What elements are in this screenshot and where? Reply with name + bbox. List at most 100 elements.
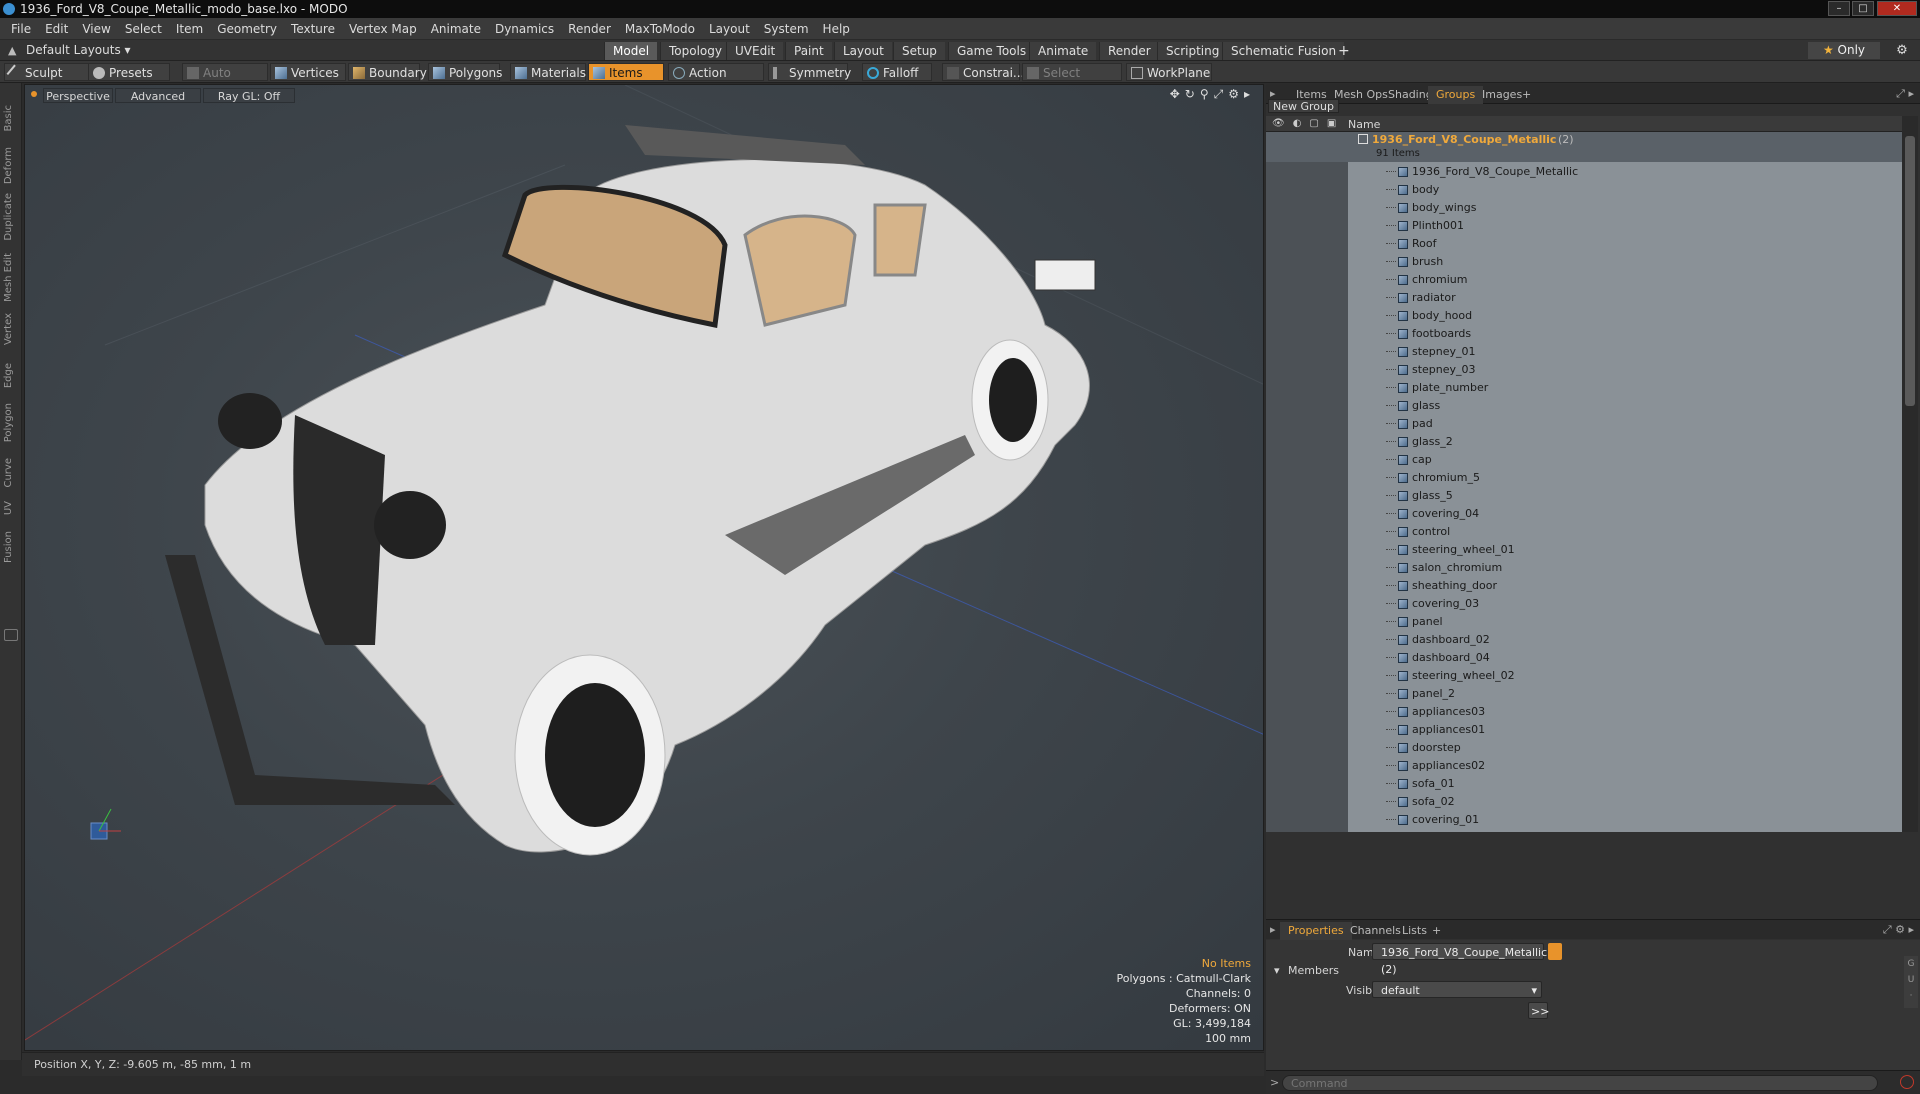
record-icon[interactable]: [1900, 1075, 1914, 1089]
list-item[interactable]: dashboard_02: [1266, 631, 1902, 649]
tab-duplicate[interactable]: Duplicate: [3, 193, 19, 241]
tab-fusion[interactable]: Fusion: [3, 531, 19, 563]
list-item[interactable]: covering_04: [1266, 505, 1902, 523]
properties-expand-icon[interactable]: ⤢ ⚙ ▸: [1883, 923, 1914, 937]
list-item[interactable]: cap: [1266, 451, 1902, 469]
list-item[interactable]: covering_03: [1266, 595, 1902, 613]
name-color-swatch[interactable]: [1548, 943, 1562, 960]
list-item[interactable]: body_hood: [1266, 307, 1902, 325]
column-name-header[interactable]: Name: [1348, 118, 1380, 131]
close-button[interactable]: ✕: [1877, 1, 1917, 16]
list-item[interactable]: Roof: [1266, 235, 1902, 253]
menu-edit[interactable]: Edit: [38, 18, 75, 40]
list-item[interactable]: chromium: [1266, 271, 1902, 289]
list-item[interactable]: plate_number: [1266, 379, 1902, 397]
menu-animate[interactable]: Animate: [424, 18, 488, 40]
vertices-button[interactable]: Vertices 1: [270, 63, 346, 98]
presets-button[interactable]: Presets: [88, 63, 170, 81]
list-item[interactable]: glass: [1266, 397, 1902, 415]
items-button[interactable]: Items: [588, 63, 664, 81]
list-item[interactable]: body_wings: [1266, 199, 1902, 217]
symmetry-button[interactable]: Symmetry: [768, 63, 851, 81]
tab-properties[interactable]: Properties: [1280, 922, 1352, 940]
tab-polygon[interactable]: Polygon: [3, 403, 19, 442]
list-item[interactable]: brush: [1266, 253, 1902, 271]
constrain-button[interactable]: Constrai...: [942, 63, 1024, 81]
expand-button[interactable]: >>: [1528, 1002, 1549, 1019]
3d-viewport[interactable]: Perspective Advanced Ray GL: Off ✥↻⚲⤢⚙▸: [24, 84, 1264, 1051]
properties-menu-icon[interactable]: ▸: [1270, 923, 1276, 936]
list-item[interactable]: steering_wheel_01: [1266, 541, 1902, 559]
list-item[interactable]: Plinth001: [1266, 217, 1902, 235]
tab-game-tools[interactable]: Game Tools: [948, 42, 1035, 60]
sculpt-button[interactable]: Sculpt: [4, 63, 96, 82]
menu-select[interactable]: Select: [118, 18, 169, 40]
tree-scrollbar[interactable]: [1902, 116, 1918, 832]
name-field[interactable]: 1936_Ford_V8_Coupe_Metallic (2): [1372, 943, 1547, 976]
minimize-button[interactable]: –: [1828, 1, 1850, 16]
tab-vertex[interactable]: Vertex: [3, 313, 19, 345]
layouts-dropdown[interactable]: Default Layouts ▾: [4, 42, 139, 59]
tab-schematic-fusion[interactable]: Schematic Fusion: [1222, 42, 1345, 60]
gear-icon[interactable]: ⚙: [1892, 42, 1912, 59]
menu-maxtomodo[interactable]: MaxToModo: [618, 18, 702, 40]
only-button[interactable]: ★ Only: [1808, 42, 1880, 59]
tab-mesh-edit[interactable]: Mesh Edit: [3, 253, 19, 302]
auto-select-button[interactable]: Auto Select: [182, 63, 268, 98]
tab-topology[interactable]: Topology: [660, 42, 730, 60]
menu-texture[interactable]: Texture: [284, 18, 342, 40]
list-item[interactable]: doorstep: [1266, 739, 1902, 757]
list-item[interactable]: covering_01: [1266, 811, 1902, 829]
list-item[interactable]: chromium_5: [1266, 469, 1902, 487]
maximize-button[interactable]: □: [1852, 1, 1874, 16]
add-layout-tab-button[interactable]: +: [1330, 42, 1358, 60]
list-item[interactable]: salon_chromium: [1266, 559, 1902, 577]
tab-model[interactable]: Model: [604, 42, 658, 60]
polygons-button[interactable]: Polygons: [428, 63, 502, 81]
list-item[interactable]: sofa_02: [1266, 793, 1902, 811]
list-item[interactable]: footboards: [1266, 325, 1902, 343]
toggle-panel-icon[interactable]: [4, 629, 18, 641]
list-item[interactable]: control: [1266, 523, 1902, 541]
tab-curve[interactable]: Curve: [3, 458, 19, 488]
group-row[interactable]: 1936_Ford_V8_Coupe_Metallic (2) 91 Items: [1266, 132, 1902, 162]
tab-layout[interactable]: Layout: [834, 42, 892, 60]
command-input[interactable]: [1282, 1075, 1878, 1091]
panel-expand-icon[interactable]: ⤢ ▸: [1896, 87, 1914, 101]
list-item[interactable]: appliances02: [1266, 757, 1902, 775]
members-collapse-icon[interactable]: ▾: [1274, 964, 1280, 977]
menu-dynamics[interactable]: Dynamics: [488, 18, 561, 40]
side-tabs[interactable]: G U ·: [1904, 956, 1918, 1008]
list-item[interactable]: sheathing_door: [1266, 577, 1902, 595]
menu-vertex-map[interactable]: Vertex Map: [342, 18, 424, 40]
list-item[interactable]: glass_2: [1266, 433, 1902, 451]
list-item[interactable]: stepney_01: [1266, 343, 1902, 361]
action-center-button[interactable]: Action Center: [668, 63, 764, 98]
list-item[interactable]: 1936_Ford_V8_Coupe_Metallic: [1266, 163, 1902, 181]
menu-view[interactable]: View: [75, 18, 117, 40]
scrollbar-thumb[interactable]: [1905, 136, 1915, 406]
falloff-button[interactable]: Falloff: [862, 63, 932, 81]
menu-system[interactable]: System: [757, 18, 816, 40]
list-item[interactable]: appliances01: [1266, 721, 1902, 739]
list-item[interactable]: radiator: [1266, 289, 1902, 307]
boundary-button[interactable]: Boundary: [348, 63, 427, 81]
menu-render[interactable]: Render: [561, 18, 618, 40]
list-item[interactable]: steering_wheel_02: [1266, 667, 1902, 685]
add-properties-tab-button[interactable]: +: [1424, 922, 1449, 940]
new-group-button[interactable]: New Group: [1268, 99, 1339, 113]
list-item[interactable]: stepney_03: [1266, 361, 1902, 379]
tab-scripting[interactable]: Scripting: [1157, 42, 1228, 60]
list-item[interactable]: pad: [1266, 415, 1902, 433]
list-item[interactable]: appliances03: [1266, 703, 1902, 721]
list-item[interactable]: sofa_01: [1266, 775, 1902, 793]
tab-edge[interactable]: Edge: [3, 363, 19, 388]
list-item[interactable]: panel: [1266, 613, 1902, 631]
tab-animate[interactable]: Animate: [1029, 42, 1097, 60]
materials-button[interactable]: Materials: [510, 63, 586, 81]
list-item[interactable]: covering_02: [1266, 829, 1902, 832]
menu-help[interactable]: Help: [816, 18, 857, 40]
tab-render[interactable]: Render: [1099, 42, 1159, 60]
menu-geometry[interactable]: Geometry: [210, 18, 284, 40]
visible-dropdown[interactable]: default ▾: [1372, 981, 1542, 998]
